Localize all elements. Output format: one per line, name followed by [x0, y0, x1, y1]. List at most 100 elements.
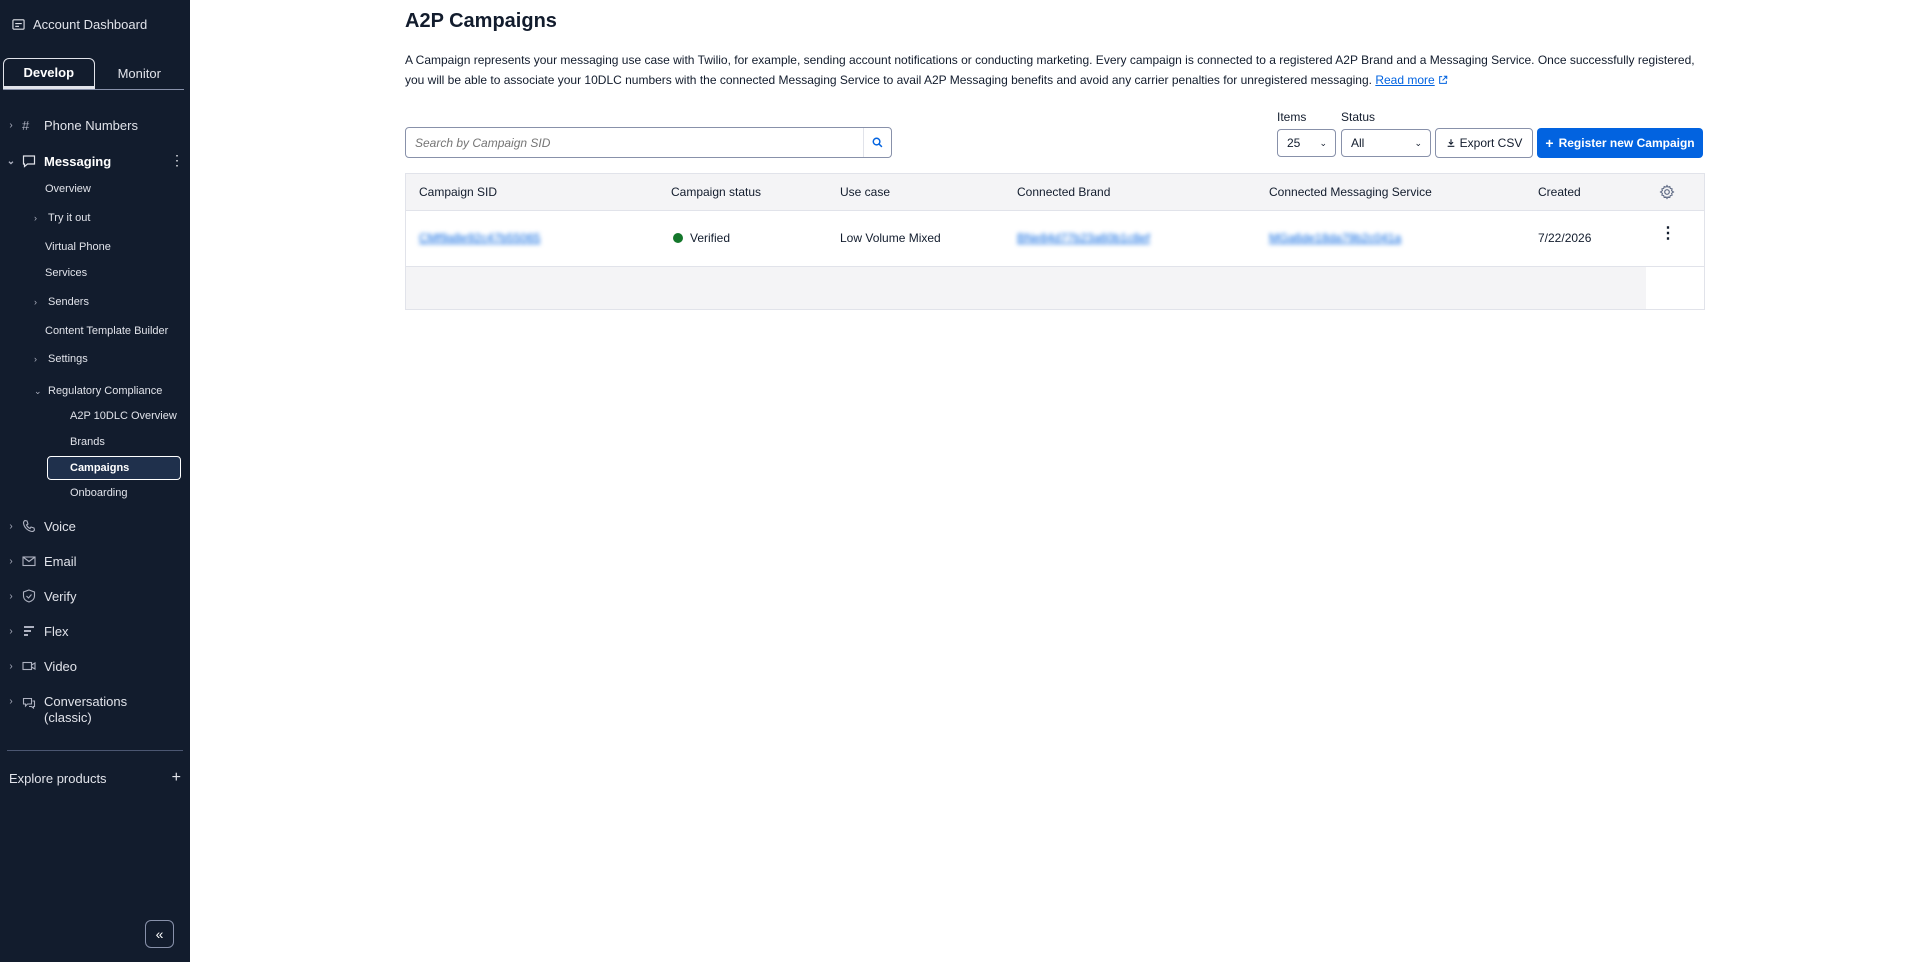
read-more-link[interactable]: Read more: [1375, 73, 1434, 87]
gear-icon[interactable]: [1659, 184, 1675, 200]
export-csv-label: Export CSV: [1459, 136, 1523, 150]
chevron-right-icon: ›: [9, 119, 13, 131]
phone-icon: [22, 518, 44, 534]
sidebar-item-label: Video: [44, 658, 78, 674]
register-campaign-button[interactable]: + Register new Campaign: [1537, 128, 1703, 158]
chevron-down-icon: ⌄: [34, 386, 42, 396]
items-select[interactable]: 25 ⌄: [1277, 129, 1336, 157]
campaign-status-value: Verified: [690, 231, 731, 245]
explore-products-button[interactable]: Explore products +: [9, 769, 181, 787]
sidebar-item-label: Regulatory Compliance: [48, 385, 163, 397]
sidebar-item-label: Messaging: [44, 153, 112, 169]
page-description: A Campaign represents your messaging use…: [405, 50, 1695, 90]
mail-icon: [22, 553, 44, 569]
verified-status-dot: [673, 233, 683, 243]
sidebar-item-campaigns[interactable]: Campaigns: [47, 456, 181, 480]
plus-icon: +: [171, 769, 181, 786]
tab-monitor[interactable]: Monitor: [95, 58, 185, 89]
chevron-right-icon: ›: [9, 520, 13, 532]
sidebar-item-conversations[interactable]: › Conversations (classic): [0, 694, 134, 726]
chevron-right-icon: ›: [34, 354, 37, 364]
header-created: Created: [1538, 185, 1581, 199]
sidebar-item-label: Settings: [48, 353, 88, 365]
sidebar-item-video[interactable]: › Video: [0, 658, 77, 674]
chevron-right-icon: ›: [9, 660, 13, 672]
sidebar-item-email[interactable]: › Email: [0, 553, 76, 569]
items-label: Items: [1277, 110, 1307, 124]
sidebar-item-virtual-phone[interactable]: Virtual Phone: [45, 241, 111, 253]
collapse-sidebar-button[interactable]: «: [145, 920, 174, 948]
chevron-right-icon: ›: [9, 590, 13, 602]
sidebar-item-flex[interactable]: › Flex: [0, 623, 69, 639]
chevron-right-icon: ›: [9, 625, 13, 637]
sidebar-item-brands[interactable]: Brands: [70, 436, 105, 448]
sidebar-item-label: Verify: [44, 588, 77, 604]
header-connected-brand: Connected Brand: [1017, 185, 1111, 199]
campaign-search: [405, 127, 892, 158]
conversations-icon: [22, 695, 44, 711]
sidebar-item-regulatory-compliance[interactable]: ⌄ Regulatory Compliance: [34, 385, 162, 397]
shield-check-icon: [22, 588, 44, 604]
sidebar-item-label: Senders: [48, 296, 89, 308]
messaging-more-icon[interactable]: ⋮: [170, 152, 184, 168]
sidebar-item-label: Conversations (classic): [44, 694, 128, 725]
explore-products-label: Explore products: [9, 771, 107, 786]
sidebar-item-settings[interactable]: › Settings: [34, 353, 88, 365]
search-button[interactable]: [863, 128, 891, 157]
row-actions-icon[interactable]: ⋮: [1660, 226, 1676, 246]
chevron-right-icon: ›: [34, 297, 37, 307]
sidebar-item-services[interactable]: Services: [45, 267, 87, 279]
sidebar-item-phone-numbers[interactable]: › # Phone Numbers: [0, 117, 138, 133]
search-input[interactable]: [406, 128, 863, 157]
sidebar-item-voice[interactable]: › Voice: [0, 518, 76, 534]
chevron-down-icon: ⌄: [6, 155, 16, 167]
chevron-right-icon: ›: [9, 696, 13, 707]
sidebar-item-overview[interactable]: Overview: [45, 183, 91, 195]
video-icon: [22, 658, 44, 674]
sidebar-divider: [7, 750, 183, 751]
account-dashboard-label: Account Dashboard: [33, 17, 148, 32]
header-use-case: Use case: [840, 185, 891, 199]
dashboard-icon: [12, 19, 25, 30]
register-campaign-label: Register new Campaign: [1558, 136, 1695, 150]
sidebar-item-label: Voice: [44, 518, 76, 534]
hash-icon: #: [22, 117, 30, 133]
sidebar-item-verify[interactable]: › Verify: [0, 588, 77, 604]
account-dashboard-link[interactable]: Account Dashboard: [12, 17, 147, 32]
chevron-right-icon: ›: [34, 213, 37, 223]
sidebar-item-onboarding[interactable]: Onboarding: [70, 487, 128, 499]
sidebar-item-label: Phone Numbers: [44, 117, 138, 133]
items-value: 25: [1287, 136, 1301, 150]
search-icon: [872, 137, 883, 148]
sidebar-item-label: Flex: [44, 623, 69, 639]
table-row: CMf9a8e92c47b55065 Verified Low Volume M…: [406, 211, 1704, 267]
download-icon: [1447, 139, 1454, 147]
header-campaign-sid: Campaign SID: [419, 185, 498, 199]
status-label: Status: [1341, 110, 1376, 124]
connected-brand-link[interactable]: BNe84d77b23a60b1c8ef: [1017, 231, 1150, 245]
campaign-sid-link[interactable]: CMf9a8e92c47b55065: [419, 231, 540, 245]
connected-service-link[interactable]: MGa6de18da79b2c041a: [1269, 231, 1401, 245]
sidebar-tabs: Develop Monitor: [3, 58, 184, 90]
sidebar: Account Dashboard Develop Monitor › # Ph…: [0, 0, 190, 962]
sidebar-item-content-template-builder[interactable]: Content Template Builder: [45, 325, 168, 337]
chat-icon: [22, 153, 44, 169]
plus-icon: +: [1545, 135, 1554, 151]
created-cell: 7/22/2026: [1538, 231, 1592, 245]
read-more-label: Read more: [1375, 73, 1435, 87]
chevron-down-icon: ⌄: [1414, 137, 1422, 148]
sidebar-item-label: Campaigns: [70, 462, 130, 474]
status-select[interactable]: All ⌄: [1341, 129, 1431, 157]
use-case-cell: Low Volume Mixed: [840, 231, 941, 245]
table-header: Campaign SID Campaign status Use case Co…: [406, 174, 1704, 211]
table-empty-area: [406, 267, 1646, 309]
campaign-status-cell: Verified: [673, 231, 730, 245]
sidebar-item-a2p-overview[interactable]: A2P 10DLC Overview: [70, 410, 177, 422]
chevron-down-icon: ⌄: [1319, 137, 1327, 148]
export-csv-button[interactable]: Export CSV: [1435, 128, 1533, 158]
sidebar-item-try-it-out[interactable]: › Try it out: [34, 212, 90, 224]
sidebar-item-messaging[interactable]: ⌄ Messaging: [0, 153, 111, 169]
tab-develop[interactable]: Develop: [3, 58, 95, 89]
header-campaign-status: Campaign status: [671, 185, 762, 199]
sidebar-item-senders[interactable]: › Senders: [34, 296, 89, 308]
